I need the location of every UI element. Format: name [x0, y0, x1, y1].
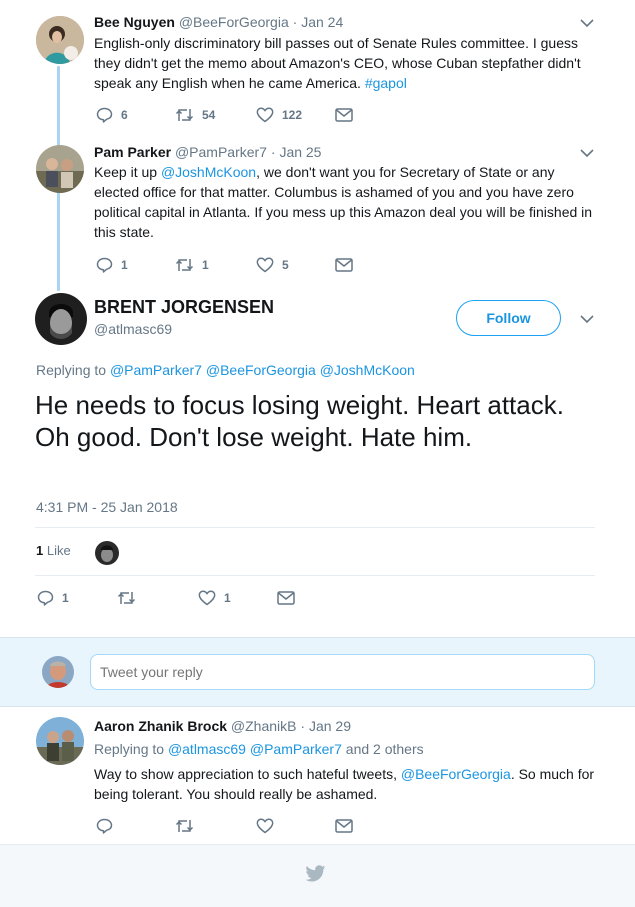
- reply-button[interactable]: 6: [96, 107, 128, 123]
- author-handle[interactable]: @PamParker7: [175, 144, 267, 160]
- author-handle[interactable]: @BeeForGeorgia: [179, 14, 289, 30]
- author-name[interactable]: Pam Parker: [94, 144, 171, 160]
- direct-message-button[interactable]: [335, 819, 353, 833]
- reply-composer: [0, 637, 635, 707]
- hashtag-link[interactable]: #gapol: [365, 75, 407, 91]
- retweet-icon: [175, 259, 194, 271]
- heart-icon: [256, 107, 274, 123]
- mention-link[interactable]: @PamParker7: [110, 362, 202, 378]
- likes-word: Like: [46, 543, 71, 558]
- like-button[interactable]: 1: [198, 590, 231, 606]
- replying-to: Replying to @atlmasc69 @PamParker7 and 2…: [94, 741, 424, 757]
- mention-link[interactable]: @JoshMcKoon: [161, 164, 256, 180]
- retweet-icon: [175, 109, 194, 121]
- author-name[interactable]: BRENT JORGENSEN: [94, 297, 274, 318]
- reply-button[interactable]: 1: [37, 590, 69, 606]
- mention-link[interactable]: @JoshMcKoon: [320, 362, 415, 378]
- main-tweet: BRENT JORGENSEN @atlmasc69 Follow Replyi…: [0, 285, 635, 637]
- envelope-icon: [335, 258, 353, 272]
- tweet-text: He needs to focus losing weight. Heart a…: [35, 390, 564, 452]
- separator: ·: [270, 144, 276, 160]
- direct-message-button[interactable]: [335, 108, 353, 122]
- reply-icon: [96, 257, 113, 273]
- reply-icon: [37, 590, 54, 606]
- like-count: 1: [224, 591, 231, 605]
- like-button[interactable]: 5: [256, 257, 289, 273]
- mention-link[interactable]: @PamParker7: [250, 741, 342, 757]
- tweet-text: English-only discriminatory bill passes …: [94, 35, 581, 91]
- tweet-text: Keep it up @JoshMcKoon, we don't want yo…: [94, 164, 593, 240]
- like-count: 122: [282, 108, 303, 122]
- follow-button[interactable]: Follow: [456, 300, 561, 336]
- tweet-date[interactable]: Jan 25: [279, 144, 321, 160]
- like-count: 5: [282, 258, 289, 272]
- likes-summary[interactable]: 1 Like: [36, 543, 71, 558]
- avatar[interactable]: [36, 717, 84, 765]
- like-button[interactable]: 122: [256, 107, 302, 123]
- author-name[interactable]: Bee Nguyen: [94, 14, 175, 30]
- separator: ·: [292, 14, 298, 30]
- mention-link[interactable]: @BeeForGeorgia: [401, 766, 511, 782]
- tweet-text: Way to show appreciation to such hateful…: [94, 766, 595, 802]
- retweet-button[interactable]: 54: [175, 107, 215, 123]
- retweet-icon: [175, 820, 194, 832]
- author-name[interactable]: Aaron Zhanik Brock: [94, 718, 227, 734]
- mention-link[interactable]: @BeeForGeorgia: [206, 362, 316, 378]
- separator: ·: [300, 718, 306, 734]
- tweet-aaron-zhanik-brock[interactable]: Aaron Zhanik Brock @ZhanikB · Jan 29 Rep…: [0, 707, 635, 844]
- like-button[interactable]: [256, 818, 274, 834]
- chevron-down-icon[interactable]: [580, 148, 594, 158]
- reply-icon: [96, 818, 113, 834]
- direct-message-button[interactable]: [277, 591, 295, 605]
- timeline-footer: [0, 844, 635, 907]
- envelope-icon: [277, 591, 295, 605]
- retweet-button[interactable]: [175, 818, 194, 834]
- liker-avatar[interactable]: [95, 541, 119, 565]
- mention-link[interactable]: @atlmasc69: [168, 741, 246, 757]
- twitter-bird-icon: [306, 865, 326, 882]
- reply-count: 1: [62, 591, 69, 605]
- retweet-count: 54: [202, 108, 216, 122]
- my-avatar[interactable]: [42, 656, 74, 688]
- reply-count: 6: [121, 108, 128, 122]
- retweet-button[interactable]: [117, 590, 136, 606]
- divider: [35, 575, 595, 576]
- chevron-down-icon[interactable]: [580, 18, 594, 28]
- reply-count: 1: [121, 258, 128, 272]
- author-handle[interactable]: @atlmasc69: [94, 321, 172, 337]
- avatar[interactable]: [36, 145, 84, 193]
- envelope-icon: [335, 819, 353, 833]
- replying-to: Replying to @PamParker7 @BeeForGeorgia @…: [36, 362, 415, 378]
- tweet-pam-parker[interactable]: Pam Parker @PamParker7 · Jan 25 Keep it …: [0, 135, 635, 285]
- tweet-date[interactable]: Jan 24: [301, 14, 343, 30]
- envelope-icon: [335, 108, 353, 122]
- likes-number: 1: [36, 543, 44, 558]
- tweet-bee-nguyen[interactable]: Bee Nguyen @BeeForGeorgia · Jan 24 Engli…: [0, 0, 635, 135]
- retweet-icon: [117, 592, 136, 604]
- avatar[interactable]: [35, 293, 87, 345]
- heart-icon: [198, 590, 216, 606]
- direct-message-button[interactable]: [335, 258, 353, 272]
- heart-icon: [256, 257, 274, 273]
- retweet-button[interactable]: 1: [175, 257, 209, 273]
- chevron-down-icon[interactable]: [580, 314, 594, 324]
- reply-icon: [96, 107, 113, 123]
- author-handle[interactable]: @ZhanikB: [231, 718, 297, 734]
- heart-icon: [256, 818, 274, 834]
- reply-input[interactable]: [90, 654, 595, 690]
- tweet-timestamp[interactable]: 4:31 PM - 25 Jan 2018: [36, 499, 178, 515]
- avatar[interactable]: [36, 16, 84, 64]
- reply-button[interactable]: [96, 818, 113, 834]
- reply-button[interactable]: 1: [96, 257, 128, 273]
- divider: [35, 527, 595, 528]
- others-link[interactable]: and 2 others: [346, 741, 424, 757]
- retweet-count: 1: [202, 258, 209, 272]
- tweet-date[interactable]: Jan 29: [309, 718, 351, 734]
